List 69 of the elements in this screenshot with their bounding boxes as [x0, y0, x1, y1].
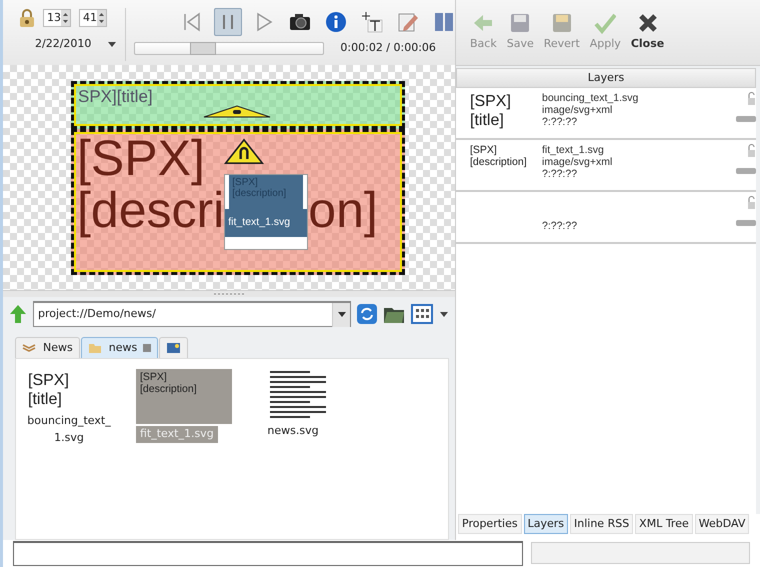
folder-icon	[88, 341, 103, 355]
date-dropdown[interactable]	[107, 40, 118, 48]
edit-icon	[397, 11, 420, 33]
tooltip-label: fit_text_1.svg	[225, 209, 308, 237]
layer-thumbnail[interactable]: [SPX] [title]	[470, 92, 542, 138]
save-icon	[509, 12, 532, 34]
time-label: 0:00:02 / 0:00:06	[340, 40, 436, 56]
panel-tab[interactable]: Inline RSS	[570, 514, 634, 534]
layer-title-text: SPX][title]	[78, 86, 154, 108]
warning-icon	[224, 138, 264, 165]
refresh-icon[interactable]	[357, 304, 377, 324]
file-name[interactable]: news.svg	[248, 423, 338, 440]
layer-file-name: fit_text_1.svg	[542, 144, 605, 156]
more-button[interactable]	[736, 168, 756, 174]
layer-time: ?:??:??	[542, 116, 578, 128]
splitter-handle[interactable]	[3, 290, 455, 297]
panel-header: Layers	[456, 68, 756, 88]
camera-icon	[289, 11, 312, 33]
command-field[interactable]	[13, 541, 523, 566]
caret-icon	[338, 312, 346, 318]
close-button[interactable]: Close	[628, 12, 666, 65]
spin-field[interactable]: 13	[43, 9, 71, 27]
add-text-icon	[361, 11, 384, 33]
pause-button[interactable]	[214, 8, 242, 36]
more-button[interactable]	[736, 116, 756, 122]
spin-arrows-icon	[61, 10, 70, 26]
layer-description-text: [descri	[77, 184, 224, 236]
checkmark-icon	[594, 12, 616, 34]
layer-time: ?:??:??	[542, 168, 578, 180]
title-layer[interactable]: SPX][title]	[71, 81, 405, 129]
back-arrow-icon	[472, 12, 494, 34]
padlock-icon[interactable]	[747, 196, 756, 210]
spin-field[interactable]: 41	[79, 9, 107, 27]
lock-icon	[19, 8, 35, 28]
padlock-icon[interactable]	[747, 144, 756, 158]
panel-tab[interactable]: XML Tree	[635, 514, 693, 534]
folder-tab[interactable]: news	[80, 337, 158, 358]
layer-mime-type: image/svg+xml	[542, 104, 614, 116]
more-button[interactable]	[736, 220, 756, 226]
file-name[interactable]: bouncing_text_1.svg	[24, 413, 114, 446]
panel-tab[interactable]: WebDAV	[694, 514, 750, 534]
layer-description-text: [SPX]	[77, 132, 205, 184]
view-dropdown[interactable]	[439, 310, 449, 318]
columns-icon	[433, 11, 456, 33]
image-icon	[166, 341, 182, 355]
layer-file-name: bouncing_text_1.svg	[542, 92, 640, 104]
path-field[interactable]: project://Demo/news/	[33, 301, 351, 327]
panel-tab[interactable]: Properties	[458, 514, 522, 534]
folder-tab[interactable]: News	[15, 337, 80, 358]
spin-arrows-icon	[97, 10, 106, 26]
folder-tab[interactable]	[159, 337, 188, 358]
layer-description-text: on]	[308, 184, 378, 236]
file-thumbnail[interactable]: [SPX] [description]	[136, 369, 232, 424]
timeline-slider[interactable]	[134, 42, 324, 55]
date-label: 2/22/2010	[35, 36, 92, 52]
file-thumbnail[interactable]: [SPX] [title]	[24, 369, 73, 411]
info-icon	[325, 11, 348, 33]
panel-tab[interactable]: Layers	[524, 514, 568, 534]
layer-thumbnail[interactable]: [SPX] [description]	[470, 144, 542, 190]
close-icon	[636, 12, 659, 34]
revert-icon	[550, 12, 573, 34]
layer-time: ?:??:??	[542, 220, 578, 232]
warning-icon	[202, 104, 272, 118]
up-arrow-icon[interactable]	[9, 304, 27, 324]
caret-icon	[107, 40, 118, 48]
grid-view-icon[interactable]	[411, 304, 433, 324]
caret-icon	[439, 310, 449, 318]
layer-mime-type: image/svg+xml	[542, 156, 614, 168]
padlock-icon[interactable]	[747, 92, 756, 106]
